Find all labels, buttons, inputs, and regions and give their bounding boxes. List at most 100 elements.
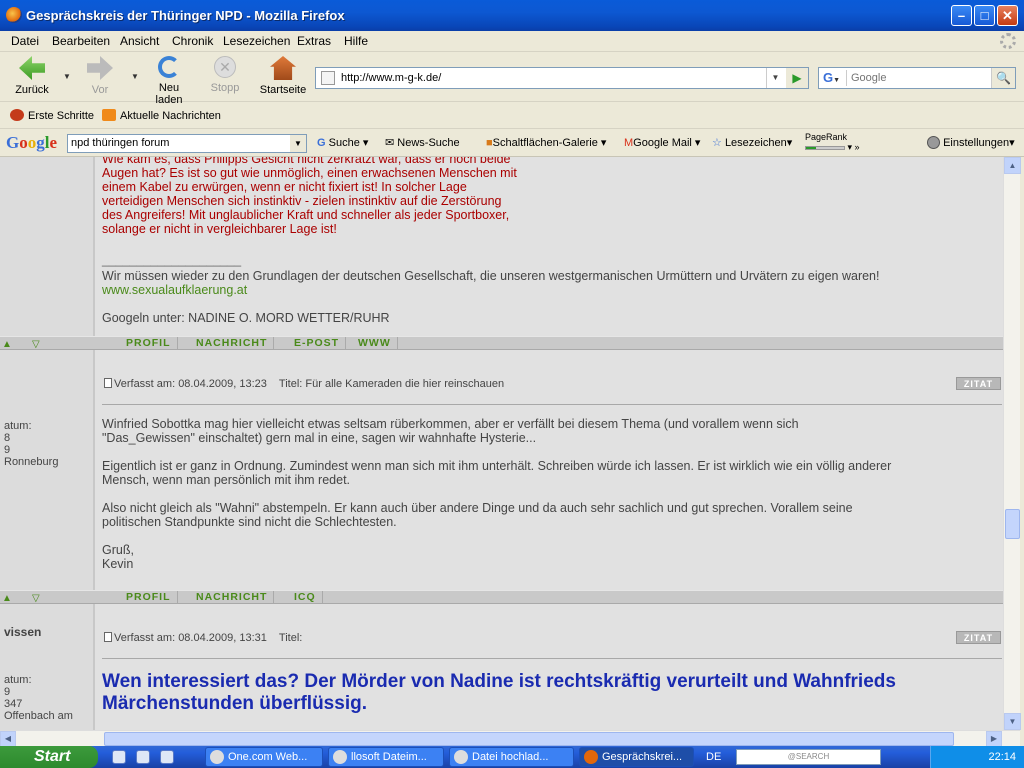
author-info-line: 8	[4, 432, 11, 444]
forward-history-dropdown[interactable]: ▼	[131, 72, 139, 81]
pagerank-indicator: PageRank ▾ »	[805, 132, 860, 152]
bookmark-aktuelle-nachrichten[interactable]: Aktuelle Nachrichten	[102, 109, 221, 122]
epost-button[interactable]: E-POST	[288, 337, 347, 349]
icq-button[interactable]: ICQ	[288, 591, 323, 603]
menu-chronik[interactable]: Chronik	[172, 34, 213, 48]
system-tray: 22:14	[930, 746, 1024, 768]
scroll-down-arrow-icon[interactable]: ▼	[1004, 713, 1021, 730]
button-gallery[interactable]: ■Schaltflächen-Galerie ▾	[486, 136, 606, 149]
signature-text: Wir müssen wieder zu den Grundlagen der …	[102, 269, 880, 283]
stop-label: Stopp	[210, 82, 240, 94]
www-button[interactable]: WWW	[352, 337, 398, 349]
navigation-toolbar: Zurück ▼ Vor ▼ Neu laden ✕ Stopp Startse…	[0, 52, 1024, 106]
post2-body: Winfried Sobottka mag hier vielleicht et…	[102, 417, 891, 571]
vertical-scrollbar[interactable]: ▲ ▼	[1003, 157, 1021, 730]
taskbar-item-onecom[interactable]: One.com Web...	[205, 747, 323, 767]
signature-link[interactable]: www.sexualaufklaerung.at	[102, 283, 247, 297]
vertical-scroll-thumb[interactable]	[1005, 509, 1020, 539]
url-dropdown-icon[interactable]: ▼	[766, 68, 784, 88]
zitat-button[interactable]: ZITAT	[956, 377, 1001, 390]
author-info-line: atum:	[4, 674, 32, 686]
author-info-line: 9	[4, 444, 11, 456]
taskbar-search-box[interactable]: @SEARCH	[736, 749, 881, 765]
taskbar-item-firefox[interactable]: Gesprächskrei...	[579, 747, 694, 767]
zitat-button[interactable]: ZITAT	[956, 631, 1001, 644]
google-mail-button[interactable]: MGoogle Mail ▾	[624, 136, 700, 149]
scroll-up-arrow-icon[interactable]: ▲	[1004, 157, 1021, 174]
ie-icon	[454, 750, 468, 764]
back-history-dropdown[interactable]: ▼	[63, 72, 71, 81]
bookmark-erste-schritte[interactable]: Erste Schritte	[10, 109, 94, 122]
post-line: Mensch, wenn man persönlich mit ihm rede…	[102, 473, 351, 487]
menu-bearbeiten[interactable]: Bearbeiten	[52, 34, 110, 48]
search-magnifier-icon[interactable]: 🔍	[991, 68, 1015, 88]
news-search-button[interactable]: ✉ News-Suche	[385, 136, 460, 149]
taskbar-item-dateimanager[interactable]: llosoft Dateim...	[328, 747, 444, 767]
scroll-left-arrow-icon[interactable]: ◀	[0, 731, 16, 746]
post-nav-arrows: ▲ ▽	[0, 591, 95, 604]
scroll-right-arrow-icon[interactable]: ▶	[986, 731, 1002, 746]
stop-button[interactable]: ✕ Stopp	[208, 56, 242, 94]
page-content: Wie kam es, dass Philipps Gesicht nicht …	[0, 157, 1003, 730]
profil-button[interactable]: PROFIL	[120, 591, 178, 603]
minimize-button[interactable]: –	[951, 5, 972, 26]
post-nav-arrows: ▲ ▽	[0, 337, 95, 350]
back-button[interactable]: Zurück	[14, 56, 50, 96]
menu-extras[interactable]: Extras	[297, 34, 331, 48]
google-search-button[interactable]: G Suche ▾	[317, 136, 368, 149]
home-button[interactable]: Startseite	[258, 56, 308, 96]
title-bar: Gesprächskreis der Thüringer NPD - Mozil…	[0, 0, 1024, 31]
forward-button[interactable]: Vor	[86, 56, 114, 96]
quote-line: Wie kam es, dass Philipps Gesicht nicht …	[102, 157, 511, 166]
nachricht-button[interactable]: NACHRICHT	[190, 337, 275, 349]
bookmarks-button[interactable]: ☆ Lesezeichen▾	[712, 136, 792, 149]
clock[interactable]: 22:14	[988, 746, 1016, 768]
menu-lesezeichen[interactable]: Lesezeichen	[223, 34, 290, 48]
menu-ansicht[interactable]: Ansicht	[120, 34, 159, 48]
post-line: Kevin	[102, 557, 134, 571]
language-indicator[interactable]: DE	[706, 746, 721, 768]
maximize-button[interactable]: □	[974, 5, 995, 26]
close-button[interactable]: ✕	[997, 5, 1018, 26]
pagerank-bar	[805, 146, 845, 150]
up-arrow-icon[interactable]: ▲	[2, 593, 12, 604]
lesezeichen-label: Lesezeichen	[724, 137, 787, 149]
post3-separator	[102, 658, 1002, 659]
nachricht-button[interactable]: NACHRICHT	[190, 591, 275, 603]
search-input[interactable]	[851, 70, 989, 86]
go-icon[interactable]: ▶	[786, 68, 808, 88]
address-bar[interactable]: http://www.m-g-k.de/ ▼ ▶	[315, 67, 809, 89]
menu-datei[interactable]: Datei	[11, 34, 39, 48]
profil-button[interactable]: PROFIL	[120, 337, 178, 349]
firefox-bookmark-icon	[10, 109, 24, 121]
post-doc-icon	[104, 378, 112, 388]
start-button[interactable]: Start	[0, 746, 98, 768]
settings-button[interactable]: Einstellungen▾	[927, 136, 1015, 149]
post3-author[interactable]: vissen	[4, 626, 41, 638]
url-text[interactable]: http://www.m-g-k.de/	[341, 72, 441, 84]
query-dropdown-icon[interactable]: ▼	[290, 135, 306, 152]
taskbar-item-upload[interactable]: Datei hochlad...	[449, 747, 574, 767]
google-query-input[interactable]	[68, 135, 286, 151]
mail-label: Google Mail	[633, 137, 692, 149]
reload-button[interactable]: Neu laden	[144, 56, 194, 106]
menu-hilfe[interactable]: Hilfe	[344, 34, 368, 48]
google-logo[interactable]: Google	[6, 133, 57, 153]
quicklaunch-ie-icon[interactable]	[136, 750, 150, 764]
horizontal-scroll-thumb[interactable]	[104, 732, 954, 746]
post2-author-info: atum: 8 9 Ronneburg	[4, 420, 58, 468]
quicklaunch-desktop-icon[interactable]	[112, 750, 126, 764]
reload-icon	[158, 56, 180, 78]
google-engine-icon[interactable]: G▼	[821, 70, 847, 86]
browser-window: Gesprächskreis der Thüringer NPD - Mozil…	[0, 0, 1024, 746]
down-arrow-icon[interactable]: ▽	[32, 593, 40, 604]
quicklaunch-window-icon[interactable]	[160, 750, 174, 764]
down-arrow-icon[interactable]: ▽	[32, 339, 40, 350]
horizontal-scrollbar[interactable]: ◀ ▶	[0, 730, 1020, 746]
quote-line: solange er nicht in vergleichbarer Lage …	[102, 222, 337, 236]
search-box[interactable]: G▼ 🔍	[818, 67, 1016, 89]
more-chevron[interactable]: »	[855, 142, 860, 152]
up-arrow-icon[interactable]: ▲	[2, 339, 12, 350]
google-query-field[interactable]: ▼	[67, 134, 307, 153]
task-label: One.com Web...	[228, 751, 308, 763]
